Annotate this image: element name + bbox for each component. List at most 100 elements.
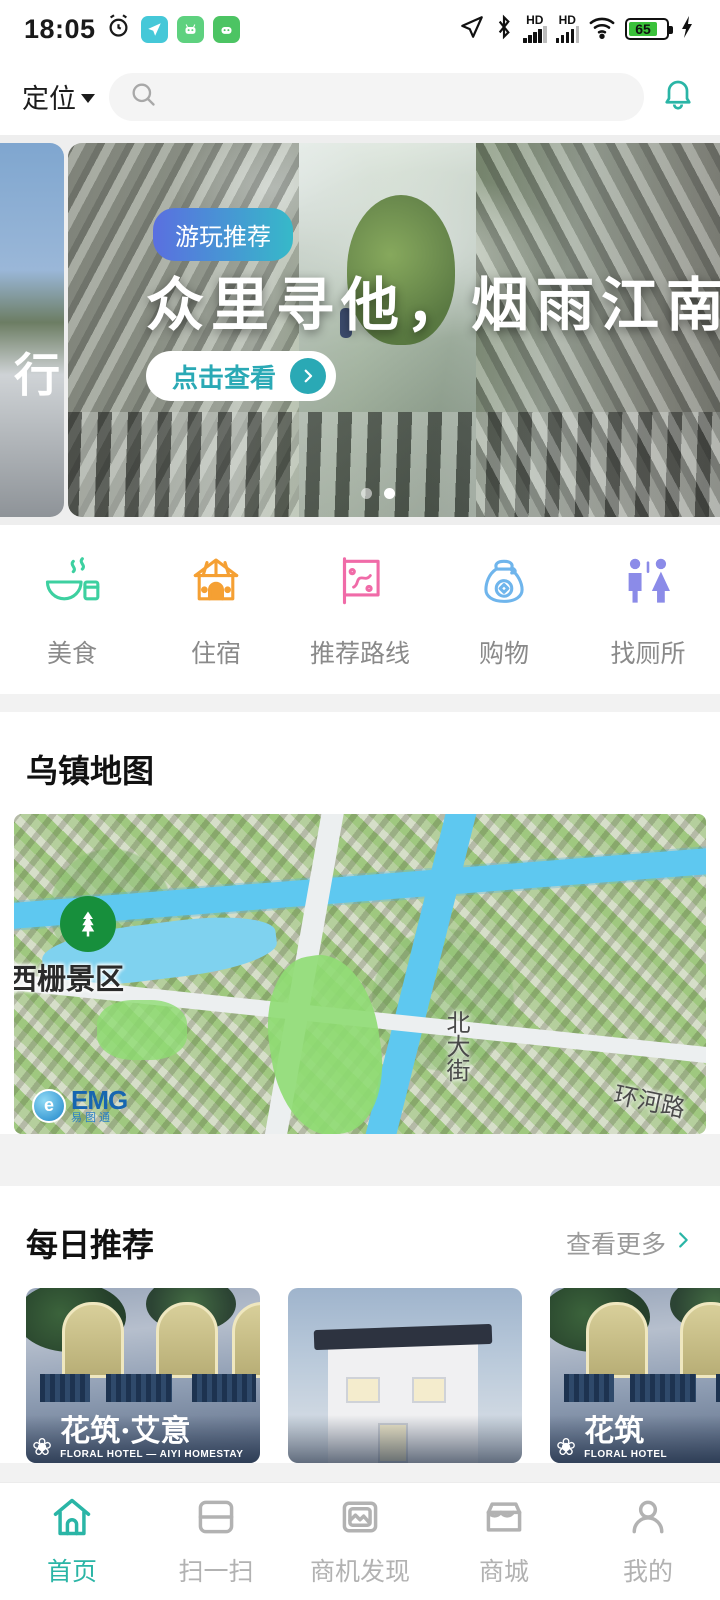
banner-carousel[interactable]: 行 游玩推荐 众里寻他，烟雨江南 点击查看 <box>0 135 720 525</box>
chevron-right-icon <box>672 1229 694 1258</box>
daily-section-header: 每日推荐 查看更多 <box>0 1186 720 1288</box>
map-watermark: e EMG 易图通 <box>32 1087 128 1124</box>
section-title: 每日推荐 <box>26 1227 155 1263</box>
watermark-sub: 易图通 <box>71 1112 113 1124</box>
location-label: 定位 <box>22 84 76 114</box>
tree-pin-icon <box>60 896 116 952</box>
map-marker-label: 西栅景区 <box>14 964 125 996</box>
lightning-bolt-icon <box>678 15 696 44</box>
quick-action-lodging[interactable]: 住宿 <box>144 551 288 670</box>
card-title-cn: 花筑 <box>584 1414 645 1449</box>
discover-icon <box>338 1495 382 1544</box>
quick-action-restroom[interactable]: 找厕所 <box>576 551 720 670</box>
status-bar-right: HD HD 65 <box>459 14 696 45</box>
previous-slide-text: 行 <box>14 348 60 402</box>
daily-recommendation-section: 每日推荐 查看更多 ❀ 花筑·艾意 FLORAL HOTEL — AIYI HO… <box>0 1186 720 1463</box>
quick-action-shopping[interactable]: 购物 <box>432 551 576 670</box>
search-icon <box>129 80 157 113</box>
bottom-tab-bar: 首页 扫一扫 商机发现 商城 我的 <box>0 1482 720 1600</box>
quick-action-food[interactable]: 美食 <box>0 551 144 670</box>
carousel-dot[interactable] <box>361 488 372 499</box>
map-park-2 <box>97 999 188 1060</box>
recommendation-card-list[interactable]: ❀ 花筑·艾意 FLORAL HOTEL — AIYI HOMESTAY ❀ 花… <box>0 1288 720 1463</box>
tab-label: 扫一扫 <box>178 1558 254 1586</box>
app-header: 定位 <box>0 58 720 135</box>
flower-logo-icon: ❀ <box>32 1434 53 1461</box>
battery-indicator: 65 <box>625 18 673 40</box>
wifi-icon <box>588 15 616 44</box>
robot-app-icon <box>176 15 204 43</box>
status-time: 18:05 <box>24 13 96 44</box>
signal-bars-icon <box>523 26 547 43</box>
view-more-label: 查看更多 <box>565 1231 666 1259</box>
emg-globe-icon: e <box>32 1088 66 1123</box>
section-divider <box>0 694 720 712</box>
view-more-button[interactable]: 查看更多 <box>566 1225 694 1261</box>
page-title: 乌镇地图 <box>26 753 155 789</box>
search-input[interactable] <box>109 72 644 121</box>
restroom-icon <box>617 551 679 618</box>
tab-label: 首页 <box>46 1558 97 1586</box>
tab-scan[interactable]: 扫一扫 <box>144 1495 288 1588</box>
map-marker-xizha[interactable]: 西栅景区 <box>14 896 124 998</box>
section-divider-2 <box>0 1168 720 1186</box>
status-bar: 18:05 HD HD 65 <box>0 0 720 58</box>
card-title-en: FLORAL HOTEL — AIYI HOMESTAY <box>60 1449 244 1460</box>
bell-icon <box>660 76 696 117</box>
signal-bars-icon-2 <box>555 26 579 43</box>
banner-title: 众里寻他，烟雨江南 <box>146 271 720 339</box>
quick-action-label: 找厕所 <box>610 640 686 668</box>
recommendation-card[interactable]: ❀ 花筑·艾意 FLORAL HOTEL — AIYI HOMESTAY <box>26 1288 260 1463</box>
map-section: 乌镇地图 西栅景区 北大街 环河路 e EMG 易图通 <box>0 712 720 1134</box>
quick-action-label: 住宿 <box>190 640 241 668</box>
map-road-label-vertical: 北大街 <box>442 1010 469 1082</box>
tab-label: 我的 <box>622 1558 673 1586</box>
banner-cta-label: 点击查看 <box>172 362 277 393</box>
recommendation-card[interactable]: ❀ 花筑 FLORAL HOTEL <box>550 1288 720 1463</box>
carousel-slide-active[interactable]: 游玩推荐 众里寻他，烟雨江南 点击查看 <box>68 143 720 517</box>
tab-discover[interactable]: 商机发现 <box>288 1495 432 1588</box>
location-selector[interactable]: 定位 <box>22 77 95 116</box>
quick-action-label: 推荐路线 <box>309 640 410 668</box>
home-icon <box>50 1495 94 1544</box>
person-icon <box>626 1495 670 1544</box>
flower-logo-icon: ❀ <box>556 1434 577 1461</box>
scan-icon <box>194 1495 238 1544</box>
location-arrow-icon <box>459 14 485 45</box>
quick-action-label: 购物 <box>478 640 529 668</box>
quick-action-label: 美食 <box>46 640 97 668</box>
shop-house-icon <box>185 551 247 618</box>
card-caption: ❀ 花筑 FLORAL HOTEL <box>550 1415 720 1463</box>
carousel-slide-previous[interactable]: 行 <box>0 143 64 517</box>
quick-action-routes[interactable]: 推荐路线 <box>288 551 432 670</box>
store-icon <box>482 1495 526 1544</box>
notifications-button[interactable] <box>658 76 698 117</box>
bluetooth-icon <box>494 14 514 45</box>
status-bar-left: 18:05 <box>24 13 240 45</box>
tab-profile[interactable]: 我的 <box>576 1495 720 1588</box>
card-title-cn: 花筑·艾意 <box>60 1414 191 1449</box>
carousel-pagination[interactable] <box>68 488 688 499</box>
robot-app-icon-2 <box>212 15 240 43</box>
signal-2: HD <box>555 14 579 43</box>
map-flag-icon <box>329 551 391 618</box>
banner-cta-button[interactable]: 点击查看 <box>146 351 337 401</box>
recommendation-card[interactable] <box>288 1288 522 1463</box>
map-section-header: 乌镇地图 <box>0 712 720 814</box>
tab-label: 商城 <box>478 1558 529 1586</box>
tab-store[interactable]: 商城 <box>432 1495 576 1588</box>
noodle-bowl-icon <box>41 551 103 618</box>
tab-home[interactable]: 首页 <box>0 1495 144 1588</box>
card-title-en: FLORAL HOTEL <box>584 1449 668 1460</box>
card-caption <box>288 1415 522 1463</box>
carousel-dot-active[interactable] <box>384 488 395 499</box>
navigation-app-icon <box>140 15 168 43</box>
wuzhen-map[interactable]: 西栅景区 北大街 环河路 e EMG 易图通 <box>14 814 706 1134</box>
money-bag-icon <box>473 551 535 618</box>
tab-label: 商机发现 <box>309 1558 410 1586</box>
banner-badge: 游玩推荐 <box>153 208 293 261</box>
signal-1: HD <box>523 14 547 43</box>
quick-actions-row: 美食 住宿 推荐路线 购物 找厕所 <box>0 525 720 694</box>
card-caption: ❀ 花筑·艾意 FLORAL HOTEL — AIYI HOMESTAY <box>26 1415 260 1463</box>
chevron-down-icon <box>81 94 95 103</box>
